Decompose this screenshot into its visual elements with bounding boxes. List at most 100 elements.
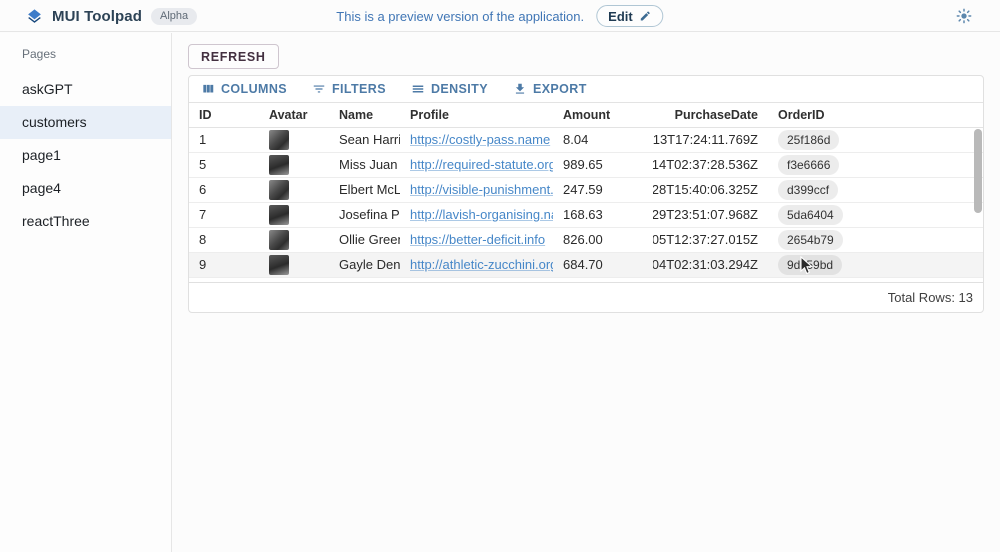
cell-profile: http://lavish-organising.name [400, 203, 553, 227]
cell-name: Ollie Green… [329, 228, 400, 252]
sidebar: Pages askGPT customers page1 page4 react… [0, 33, 172, 552]
profile-link[interactable]: http://visible-punishment.net [410, 178, 553, 202]
cell-id: 9 [189, 253, 259, 277]
column-header-purchasedate[interactable]: PurchaseDate [653, 103, 768, 127]
column-header-amount[interactable]: Amount [553, 103, 653, 127]
cell-amount: 989.65 [553, 153, 653, 177]
preview-text: This is a preview version of the applica… [336, 9, 584, 24]
purchasedate-value: 2045-01-28T15:40:06.325Z [653, 178, 758, 202]
edit-button-label: Edit [608, 9, 633, 24]
cell-avatar [259, 153, 329, 177]
avatar [269, 205, 289, 225]
cell-name: Josefina P… [329, 203, 400, 227]
cell-avatar [259, 203, 329, 227]
column-header-avatar[interactable]: Avatar [259, 103, 329, 127]
export-label: EXPORT [533, 82, 587, 96]
cell-amount: 8.04 [553, 128, 653, 152]
cell-amount: 826.00 [553, 228, 653, 252]
table-row[interactable]: 1 Sean Harris https://costly-pass.name 8… [189, 128, 983, 153]
orderid-chip[interactable]: f3e6666 [778, 155, 839, 175]
filter-icon [312, 82, 326, 96]
profile-link[interactable]: http://lavish-organising.name [410, 203, 553, 227]
export-icon [513, 82, 527, 96]
avatar [269, 230, 289, 250]
sidebar-item-label: customers [22, 114, 87, 130]
profile-link[interactable]: http://required-statute.org [410, 153, 553, 177]
cell-orderid: 5da6404 [768, 203, 983, 227]
orderid-chip[interactable]: 5da6404 [778, 205, 843, 225]
id-value: 7 [199, 203, 206, 227]
sun-icon [956, 8, 972, 24]
orderid-chip[interactable]: d399ccf [778, 180, 838, 200]
cell-id: 6 [189, 178, 259, 202]
cell-name: Gayle Den… [329, 253, 400, 277]
profile-link[interactable]: https://better-deficit.info [410, 228, 545, 252]
column-header-profile[interactable]: Profile [400, 103, 553, 127]
purchasedate-value: 2076-03-29T23:51:07.968Z [653, 203, 758, 227]
profile-link[interactable]: http://athletic-zucchini.org [410, 253, 553, 277]
table-row[interactable]: 9 Gayle Den… http://athletic-zucchini.or… [189, 253, 983, 278]
cell-id: 8 [189, 228, 259, 252]
density-icon [411, 82, 425, 96]
cell-avatar [259, 228, 329, 252]
vertical-scrollbar-thumb[interactable] [974, 129, 982, 213]
cell-purchasedate: 2014-01-14T02:37:28.536Z [653, 153, 768, 177]
sidebar-item-label: reactThree [22, 213, 90, 229]
cell-id: 5 [189, 153, 259, 177]
main-content: REFRESH COLUMNS FILTERS DENSITY [173, 33, 1000, 552]
cell-orderid: 9dc59bd [768, 253, 983, 277]
theme-toggle-button[interactable] [956, 8, 972, 24]
table-row[interactable]: 6 Elbert McL… http://visible-punishment.… [189, 178, 983, 203]
sidebar-item-page1[interactable]: page1 [0, 139, 171, 172]
cell-profile: http://visible-punishment.net [400, 178, 553, 202]
orderid-chip[interactable]: 9dc59bd [778, 255, 842, 275]
top-bar: MUI Toolpad Alpha This is a preview vers… [0, 0, 1000, 32]
table-row[interactable]: 5 Miss Juan … http://required-statute.or… [189, 153, 983, 178]
column-header-name[interactable]: Name [329, 103, 400, 127]
app-title: MUI Toolpad [52, 8, 142, 25]
profile-link[interactable]: https://costly-pass.name [410, 128, 550, 152]
cell-orderid: d399ccf [768, 178, 983, 202]
name-value: Miss Juan … [339, 153, 400, 177]
alpha-badge: Alpha [151, 8, 197, 25]
filters-label: FILTERS [332, 82, 386, 96]
total-rows-label: Total Rows: 13 [888, 290, 973, 305]
density-button[interactable]: DENSITY [406, 79, 493, 99]
filters-button[interactable]: FILTERS [307, 79, 391, 99]
sidebar-item-label: page1 [22, 147, 61, 163]
grid-toolbar: COLUMNS FILTERS DENSITY EXPORT [189, 76, 983, 102]
purchasedate-value: 2088-05-04T02:31:03.294Z [653, 253, 758, 277]
cell-purchasedate: 1997-11-13T17:24:11.769Z [653, 128, 768, 152]
export-button[interactable]: EXPORT [508, 79, 592, 99]
edit-button[interactable]: Edit [596, 5, 664, 27]
table-row[interactable]: 8 Ollie Green… https://better-deficit.in… [189, 228, 983, 253]
amount-value: 826.00 [563, 228, 603, 252]
sidebar-section-label: Pages [0, 33, 171, 73]
cell-name: Miss Juan … [329, 153, 400, 177]
column-header-orderid[interactable]: OrderID [768, 103, 983, 127]
purchasedate-value: 2014-01-14T02:37:28.536Z [653, 153, 758, 177]
cell-amount: 247.59 [553, 178, 653, 202]
cell-profile: http://required-statute.org [400, 153, 553, 177]
cell-profile: http://athletic-zucchini.org [400, 253, 553, 277]
column-header-id[interactable]: ID [189, 103, 259, 127]
sidebar-item-customers[interactable]: customers [0, 106, 171, 139]
cell-orderid: 2654b79 [768, 228, 983, 252]
columns-button[interactable]: COLUMNS [196, 79, 292, 99]
sidebar-item-askGPT[interactable]: askGPT [0, 73, 171, 106]
grid-rows: 1 Sean Harris https://costly-pass.name 8… [189, 128, 983, 278]
cell-orderid: f3e6666 [768, 153, 983, 177]
orderid-chip[interactable]: 2654b79 [778, 230, 843, 250]
orderid-chip[interactable]: 25f186d [778, 130, 839, 150]
cell-avatar [259, 253, 329, 277]
cell-profile: https://better-deficit.info [400, 228, 553, 252]
amount-value: 8.04 [563, 128, 588, 152]
table-row[interactable]: 7 Josefina P… http://lavish-organising.n… [189, 203, 983, 228]
cell-avatar [259, 178, 329, 202]
sidebar-item-reactThree[interactable]: reactThree [0, 205, 171, 238]
sidebar-nav: askGPT customers page1 page4 reactThree [0, 73, 171, 238]
cell-avatar [259, 128, 329, 152]
refresh-button[interactable]: REFRESH [188, 44, 279, 69]
sidebar-item-page4[interactable]: page4 [0, 172, 171, 205]
cell-purchasedate: 2076-03-29T23:51:07.968Z [653, 203, 768, 227]
